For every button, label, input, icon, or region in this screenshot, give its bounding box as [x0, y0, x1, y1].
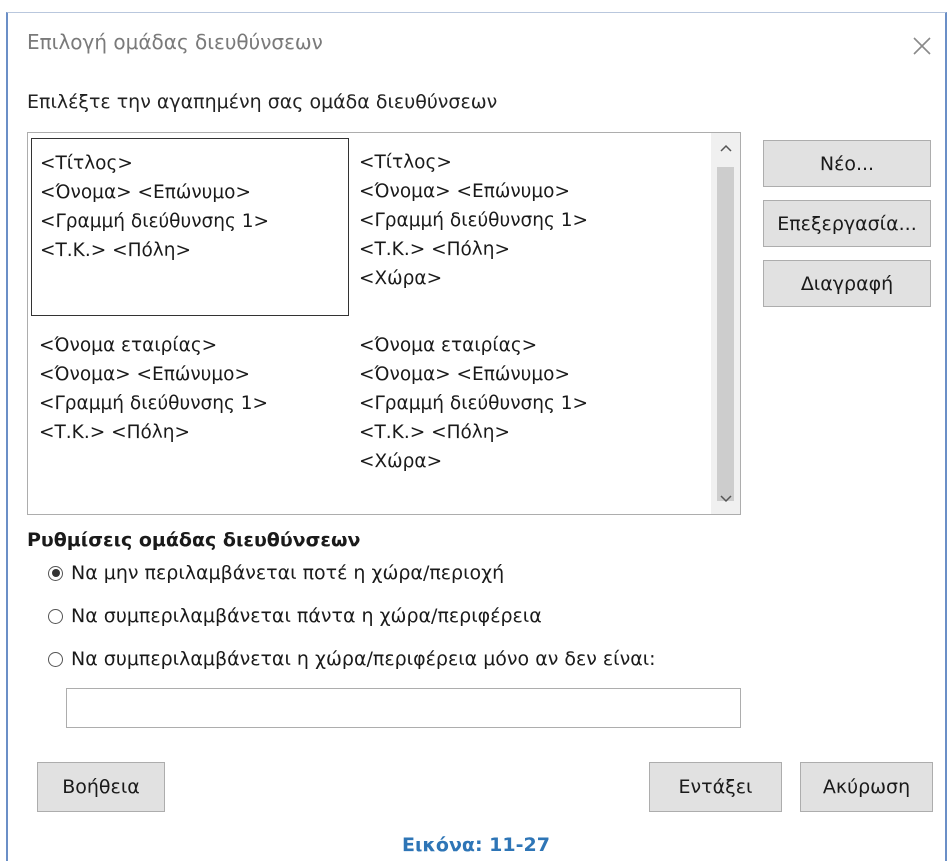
scroll-down-button[interactable] — [711, 486, 740, 512]
address-line: <Χώρα> — [359, 451, 443, 472]
address-line: <Γραμμή διεύθυνσης 1> — [40, 211, 269, 232]
scroll-thumb[interactable] — [717, 167, 734, 501]
address-block-option[interactable]: <Όνομα εταιρίας> <Όνομα> <Επώνυμο> <Γραμ… — [31, 321, 349, 499]
address-line: <Γραμμή διεύθυνσης 1> — [359, 393, 588, 414]
address-line: <Γραμμή διεύθυνσης 1> — [39, 393, 268, 414]
address-line: <Όνομα> <Επώνυμο> — [359, 364, 570, 385]
address-block-option[interactable]: <Τίτλος> <Όνομα> <Επώνυμο> <Γραμμή διεύθ… — [31, 138, 349, 316]
address-line: <Χώρα> — [359, 268, 443, 289]
address-block-option[interactable]: <Όνομα εταιρίας> <Όνομα> <Επώνυμο> <Γραμ… — [351, 321, 669, 499]
radio-label: Να μην περιλαμβάνεται ποτέ η χώρα/περιοχ… — [71, 562, 505, 584]
radio-always-include-country[interactable]: Να συμπεριλαμβάνεται πάντα η χώρα/περιφέ… — [48, 605, 542, 627]
address-block-option[interactable]: <Τίτλος> <Όνομα> <Επώνυμο> <Γραμμή διεύθ… — [351, 138, 669, 316]
radio-button[interactable] — [48, 565, 63, 581]
ok-button[interactable]: Εντάξει — [649, 762, 782, 812]
address-line: <Τ.Κ.> <Πόλη> — [359, 422, 510, 443]
address-line: <Όνομα> <Επώνυμο> — [359, 181, 570, 202]
address-line: <Όνομα> <Επώνυμο> — [39, 364, 250, 385]
delete-button[interactable]: Διαγραφή — [763, 260, 931, 307]
address-line: <Τ.Κ.> <Πόλη> — [39, 422, 190, 443]
address-line: <Όνομα> <Επώνυμο> — [40, 182, 251, 203]
dialog-title: Επιλογή ομάδας διευθύνσεων — [27, 30, 323, 54]
address-line: <Τίτλος> — [40, 153, 133, 174]
close-icon[interactable] — [910, 34, 934, 58]
radio-include-country-unless[interactable]: Να συμπεριλαμβάνεται η χώρα/περιφέρεια μ… — [48, 648, 656, 670]
chevron-up-icon — [719, 144, 732, 152]
edit-button[interactable]: Επεξεργασία... — [763, 200, 931, 247]
radio-button[interactable] — [48, 608, 63, 624]
address-line: <Τ.Κ.> <Πόλη> — [359, 239, 510, 260]
address-block-list-label: Επιλέξτε την αγαπημένη σας ομάδα διευθύν… — [27, 91, 498, 113]
address-block-list[interactable]: <Τίτλος> <Όνομα> <Επώνυμο> <Γραμμή διεύθ… — [27, 132, 741, 515]
radio-button[interactable] — [48, 651, 63, 667]
country-exception-input[interactable] — [66, 688, 741, 728]
address-line: <Όνομα εταιρίας> — [359, 335, 538, 356]
figure-caption: Εικόνα: 11-27 — [402, 834, 550, 856]
radio-label: Να συμπεριλαμβάνεται η χώρα/περιφέρεια μ… — [71, 648, 656, 670]
address-line: <Τίτλος> — [359, 152, 452, 173]
address-line: <Τ.Κ.> <Πόλη> — [40, 240, 191, 261]
cancel-button[interactable]: Ακύρωση — [800, 762, 933, 812]
vertical-scrollbar[interactable] — [711, 133, 740, 514]
scroll-up-button[interactable] — [711, 135, 740, 161]
settings-heading: Ρυθμίσεις ομάδας διευθύνσεων — [27, 529, 361, 551]
chevron-down-icon — [719, 495, 732, 503]
help-button[interactable]: Βοήθεια — [37, 762, 165, 812]
radio-label: Να συμπεριλαμβάνεται πάντα η χώρα/περιφέ… — [71, 605, 542, 627]
radio-never-include-country[interactable]: Να μην περιλαμβάνεται ποτέ η χώρα/περιοχ… — [48, 562, 504, 584]
new-button[interactable]: Νέο... — [763, 140, 931, 187]
address-line: <Όνομα εταιρίας> — [39, 335, 218, 356]
address-line: <Γραμμή διεύθυνσης 1> — [359, 210, 588, 231]
